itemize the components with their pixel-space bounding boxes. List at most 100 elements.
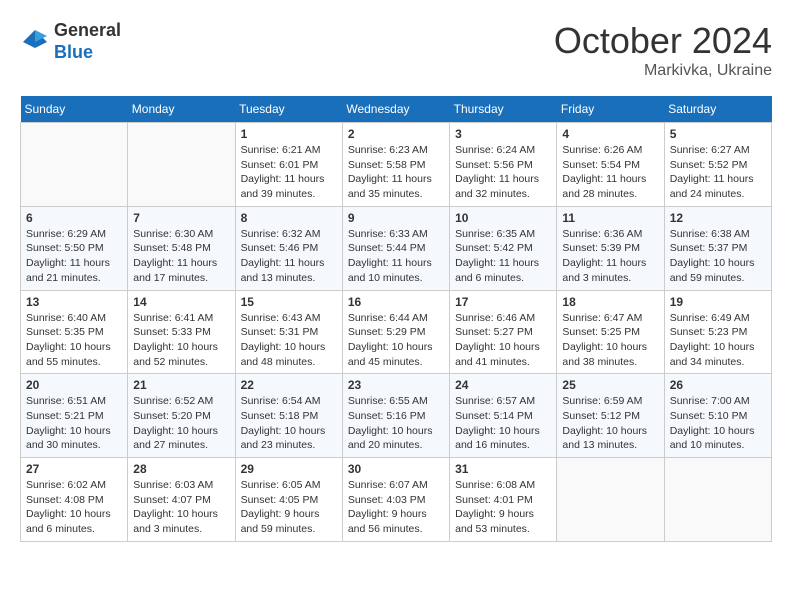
day-info: Sunrise: 6:08 AM Sunset: 4:01 PM Dayligh…: [455, 478, 551, 537]
calendar-cell: 11 Sunrise: 6:36 AM Sunset: 5:39 PM Dayli…: [557, 206, 664, 290]
day-info: Sunrise: 6:24 AM Sunset: 5:56 PM Dayligh…: [455, 143, 551, 202]
day-number: 23: [348, 378, 444, 392]
weekday-header: Tuesday: [235, 96, 342, 123]
calendar-header-row: SundayMondayTuesdayWednesdayThursdayFrid…: [21, 96, 772, 123]
day-info: Sunrise: 6:35 AM Sunset: 5:42 PM Dayligh…: [455, 227, 551, 286]
weekday-header: Monday: [128, 96, 235, 123]
calendar-cell: [664, 458, 771, 542]
day-info: Sunrise: 6:23 AM Sunset: 5:58 PM Dayligh…: [348, 143, 444, 202]
calendar-cell: 28 Sunrise: 6:03 AM Sunset: 4:07 PM Dayli…: [128, 458, 235, 542]
day-info: Sunrise: 6:54 AM Sunset: 5:18 PM Dayligh…: [241, 394, 337, 453]
calendar-week-row: 13Sunrise: 6:40 AM Sunset: 5:35 PM Dayli…: [21, 290, 772, 374]
day-number: 7: [133, 211, 229, 225]
weekday-header: Sunday: [21, 96, 128, 123]
day-number: 9: [348, 211, 444, 225]
day-info: Sunrise: 6:38 AM Sunset: 5:37 PM Dayligh…: [670, 227, 766, 286]
day-info: Sunrise: 6:59 AM Sunset: 5:12 PM Dayligh…: [562, 394, 658, 453]
day-number: 5: [670, 127, 766, 141]
day-info: Sunrise: 6:03 AM Sunset: 4:07 PM Dayligh…: [133, 478, 229, 537]
day-info: Sunrise: 6:33 AM Sunset: 5:44 PM Dayligh…: [348, 227, 444, 286]
calendar-cell: 16 Sunrise: 6:44 AM Sunset: 5:29 PM Dayli…: [342, 290, 449, 374]
day-info: Sunrise: 6:29 AM Sunset: 5:50 PM Dayligh…: [26, 227, 122, 286]
day-number: 14: [133, 295, 229, 309]
calendar-cell: 14 Sunrise: 6:41 AM Sunset: 5:33 PM Dayli…: [128, 290, 235, 374]
day-number: 26: [670, 378, 766, 392]
calendar-cell: 4Sunrise: 6:26 AM Sunset: 5:54 PM Daylig…: [557, 123, 664, 207]
calendar-cell: 24 Sunrise: 6:57 AM Sunset: 5:14 PM Dayli…: [450, 374, 557, 458]
day-number: 2: [348, 127, 444, 141]
day-number: 22: [241, 378, 337, 392]
calendar-week-row: 27 Sunrise: 6:02 AM Sunset: 4:08 PM Dayli…: [21, 458, 772, 542]
month-title: October 2024: [554, 20, 772, 62]
calendar-week-row: 6 Sunrise: 6:29 AM Sunset: 5:50 PM Daylig…: [21, 206, 772, 290]
location-title: Markivka, Ukraine: [554, 62, 772, 80]
calendar-cell: 17 Sunrise: 6:46 AM Sunset: 5:27 PM Dayli…: [450, 290, 557, 374]
day-number: 15: [241, 295, 337, 309]
calendar-cell: [557, 458, 664, 542]
calendar-cell: 21Sunrise: 6:52 AM Sunset: 5:20 PM Dayli…: [128, 374, 235, 458]
day-number: 31: [455, 462, 551, 476]
calendar-cell: 1 Sunrise: 6:21 AM Sunset: 6:01 PM Daylig…: [235, 123, 342, 207]
day-number: 10: [455, 211, 551, 225]
weekday-header: Saturday: [664, 96, 771, 123]
calendar-cell: 6 Sunrise: 6:29 AM Sunset: 5:50 PM Daylig…: [21, 206, 128, 290]
day-number: 1: [241, 127, 337, 141]
page-header: General Blue October 2024 Markivka, Ukra…: [20, 20, 772, 80]
calendar-cell: 2 Sunrise: 6:23 AM Sunset: 5:58 PM Daylig…: [342, 123, 449, 207]
day-number: 13: [26, 295, 122, 309]
day-number: 6: [26, 211, 122, 225]
day-info: Sunrise: 6:02 AM Sunset: 4:08 PM Dayligh…: [26, 478, 122, 537]
day-info: Sunrise: 6:30 AM Sunset: 5:48 PM Dayligh…: [133, 227, 229, 286]
day-info: Sunrise: 6:27 AM Sunset: 5:52 PM Dayligh…: [670, 143, 766, 202]
calendar-week-row: 20 Sunrise: 6:51 AM Sunset: 5:21 PM Dayli…: [21, 374, 772, 458]
day-number: 19: [670, 295, 766, 309]
day-number: 30: [348, 462, 444, 476]
calendar-cell: 8Sunrise: 6:32 AM Sunset: 5:46 PM Daylig…: [235, 206, 342, 290]
logo-icon: [20, 27, 50, 57]
day-number: 16: [348, 295, 444, 309]
calendar-cell: 22 Sunrise: 6:54 AM Sunset: 5:18 PM Dayli…: [235, 374, 342, 458]
day-info: Sunrise: 6:36 AM Sunset: 5:39 PM Dayligh…: [562, 227, 658, 286]
weekday-header: Friday: [557, 96, 664, 123]
day-number: 17: [455, 295, 551, 309]
day-info: Sunrise: 6:41 AM Sunset: 5:33 PM Dayligh…: [133, 311, 229, 370]
calendar-cell: 9 Sunrise: 6:33 AM Sunset: 5:44 PM Daylig…: [342, 206, 449, 290]
calendar-week-row: 1 Sunrise: 6:21 AM Sunset: 6:01 PM Daylig…: [21, 123, 772, 207]
day-info: Sunrise: 6:46 AM Sunset: 5:27 PM Dayligh…: [455, 311, 551, 370]
logo: General Blue: [20, 20, 121, 63]
day-info: Sunrise: 6:07 AM Sunset: 4:03 PM Dayligh…: [348, 478, 444, 537]
day-info: Sunrise: 6:49 AM Sunset: 5:23 PM Dayligh…: [670, 311, 766, 370]
day-number: 11: [562, 211, 658, 225]
logo-text: General Blue: [54, 20, 121, 63]
calendar-cell: 5 Sunrise: 6:27 AM Sunset: 5:52 PM Daylig…: [664, 123, 771, 207]
day-number: 12: [670, 211, 766, 225]
calendar-cell: 12 Sunrise: 6:38 AM Sunset: 5:37 PM Dayli…: [664, 206, 771, 290]
calendar-cell: 23 Sunrise: 6:55 AM Sunset: 5:16 PM Dayli…: [342, 374, 449, 458]
day-info: Sunrise: 6:57 AM Sunset: 5:14 PM Dayligh…: [455, 394, 551, 453]
calendar-table: SundayMondayTuesdayWednesdayThursdayFrid…: [20, 96, 772, 542]
day-info: Sunrise: 6:51 AM Sunset: 5:21 PM Dayligh…: [26, 394, 122, 453]
day-info: Sunrise: 6:44 AM Sunset: 5:29 PM Dayligh…: [348, 311, 444, 370]
day-number: 24: [455, 378, 551, 392]
day-info: Sunrise: 6:47 AM Sunset: 5:25 PM Dayligh…: [562, 311, 658, 370]
calendar-cell: 20 Sunrise: 6:51 AM Sunset: 5:21 PM Dayli…: [21, 374, 128, 458]
weekday-header: Wednesday: [342, 96, 449, 123]
calendar-cell: [21, 123, 128, 207]
calendar-cell: 15 Sunrise: 6:43 AM Sunset: 5:31 PM Dayli…: [235, 290, 342, 374]
day-number: 27: [26, 462, 122, 476]
day-number: 28: [133, 462, 229, 476]
calendar-cell: 31 Sunrise: 6:08 AM Sunset: 4:01 PM Dayli…: [450, 458, 557, 542]
calendar-cell: 18Sunrise: 6:47 AM Sunset: 5:25 PM Dayli…: [557, 290, 664, 374]
day-info: Sunrise: 6:21 AM Sunset: 6:01 PM Dayligh…: [241, 143, 337, 202]
day-info: Sunrise: 6:55 AM Sunset: 5:16 PM Dayligh…: [348, 394, 444, 453]
weekday-header: Thursday: [450, 96, 557, 123]
day-number: 21: [133, 378, 229, 392]
day-info: Sunrise: 7:00 AM Sunset: 5:10 PM Dayligh…: [670, 394, 766, 453]
day-number: 3: [455, 127, 551, 141]
calendar-cell: 10 Sunrise: 6:35 AM Sunset: 5:42 PM Dayli…: [450, 206, 557, 290]
calendar-cell: 27 Sunrise: 6:02 AM Sunset: 4:08 PM Dayli…: [21, 458, 128, 542]
day-info: Sunrise: 6:43 AM Sunset: 5:31 PM Dayligh…: [241, 311, 337, 370]
day-number: 20: [26, 378, 122, 392]
day-info: Sunrise: 6:26 AM Sunset: 5:54 PM Dayligh…: [562, 143, 658, 202]
calendar-cell: 3 Sunrise: 6:24 AM Sunset: 5:56 PM Daylig…: [450, 123, 557, 207]
